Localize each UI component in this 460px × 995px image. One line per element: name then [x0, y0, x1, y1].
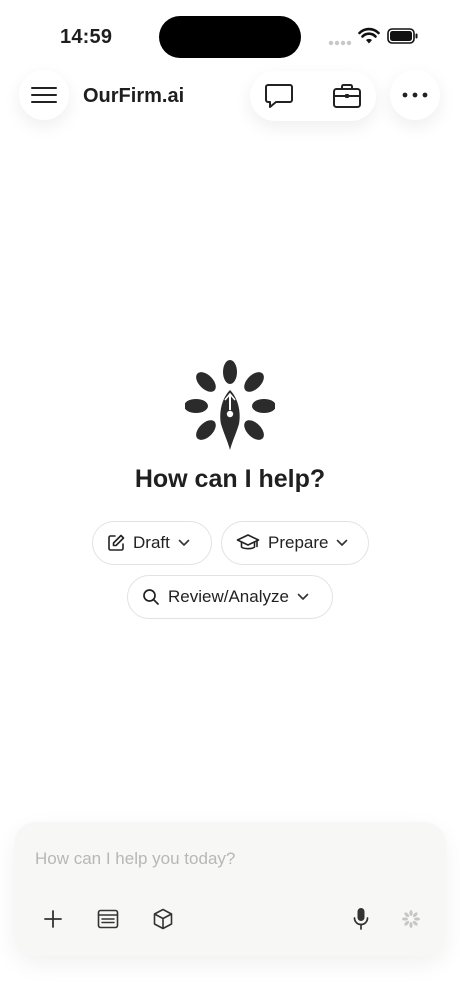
chat-button[interactable] — [261, 81, 297, 111]
document-button[interactable] — [93, 904, 123, 934]
chevron-down-icon — [337, 539, 348, 546]
menu-button[interactable] — [19, 70, 69, 120]
prepare-chip-label: Prepare — [268, 533, 329, 552]
cube-icon — [153, 908, 173, 930]
review-analyze-chip[interactable]: Review/Analyze — [127, 575, 333, 619]
draft-chip-label: Draft — [133, 533, 170, 552]
chat-bubble-icon — [265, 84, 293, 108]
cube-button[interactable] — [148, 904, 178, 934]
document-icon — [97, 909, 119, 929]
search-icon — [143, 589, 159, 605]
wifi-icon — [358, 27, 380, 44]
chevron-down-icon — [178, 539, 190, 546]
review-analyze-chip-label: Review/Analyze — [168, 587, 289, 606]
chevron-down-icon — [297, 593, 309, 600]
battery-icon — [387, 28, 418, 44]
more-options-button[interactable] — [390, 70, 440, 120]
sparkle-icon — [402, 910, 420, 928]
cellular-signal-icon — [328, 40, 352, 46]
voice-input-button[interactable] — [346, 904, 376, 934]
briefcase-icon — [333, 84, 361, 108]
edit-icon — [108, 534, 125, 551]
message-input[interactable] — [33, 844, 427, 874]
header-actions — [250, 71, 376, 121]
dynamic-island — [159, 16, 301, 58]
add-attachment-button[interactable] — [38, 904, 68, 934]
message-composer — [14, 822, 446, 956]
pen-nib-flower-logo — [185, 360, 275, 450]
hamburger-menu-icon — [31, 87, 57, 103]
brand-name: OurFirm.ai — [83, 85, 185, 107]
graduation-cap-icon — [236, 534, 260, 550]
submit-button[interactable] — [396, 904, 426, 934]
prepare-chip[interactable]: Prepare — [221, 521, 369, 565]
status-time: 14:59 — [60, 26, 113, 48]
draft-chip[interactable]: Draft — [92, 521, 212, 565]
page-title: How can I help? — [134, 465, 326, 493]
plus-icon — [44, 910, 62, 928]
microphone-icon — [353, 908, 369, 930]
status-bar: 14:59 — [0, 0, 460, 70]
more-horizontal-icon — [402, 92, 428, 98]
briefcase-button[interactable] — [329, 81, 365, 111]
